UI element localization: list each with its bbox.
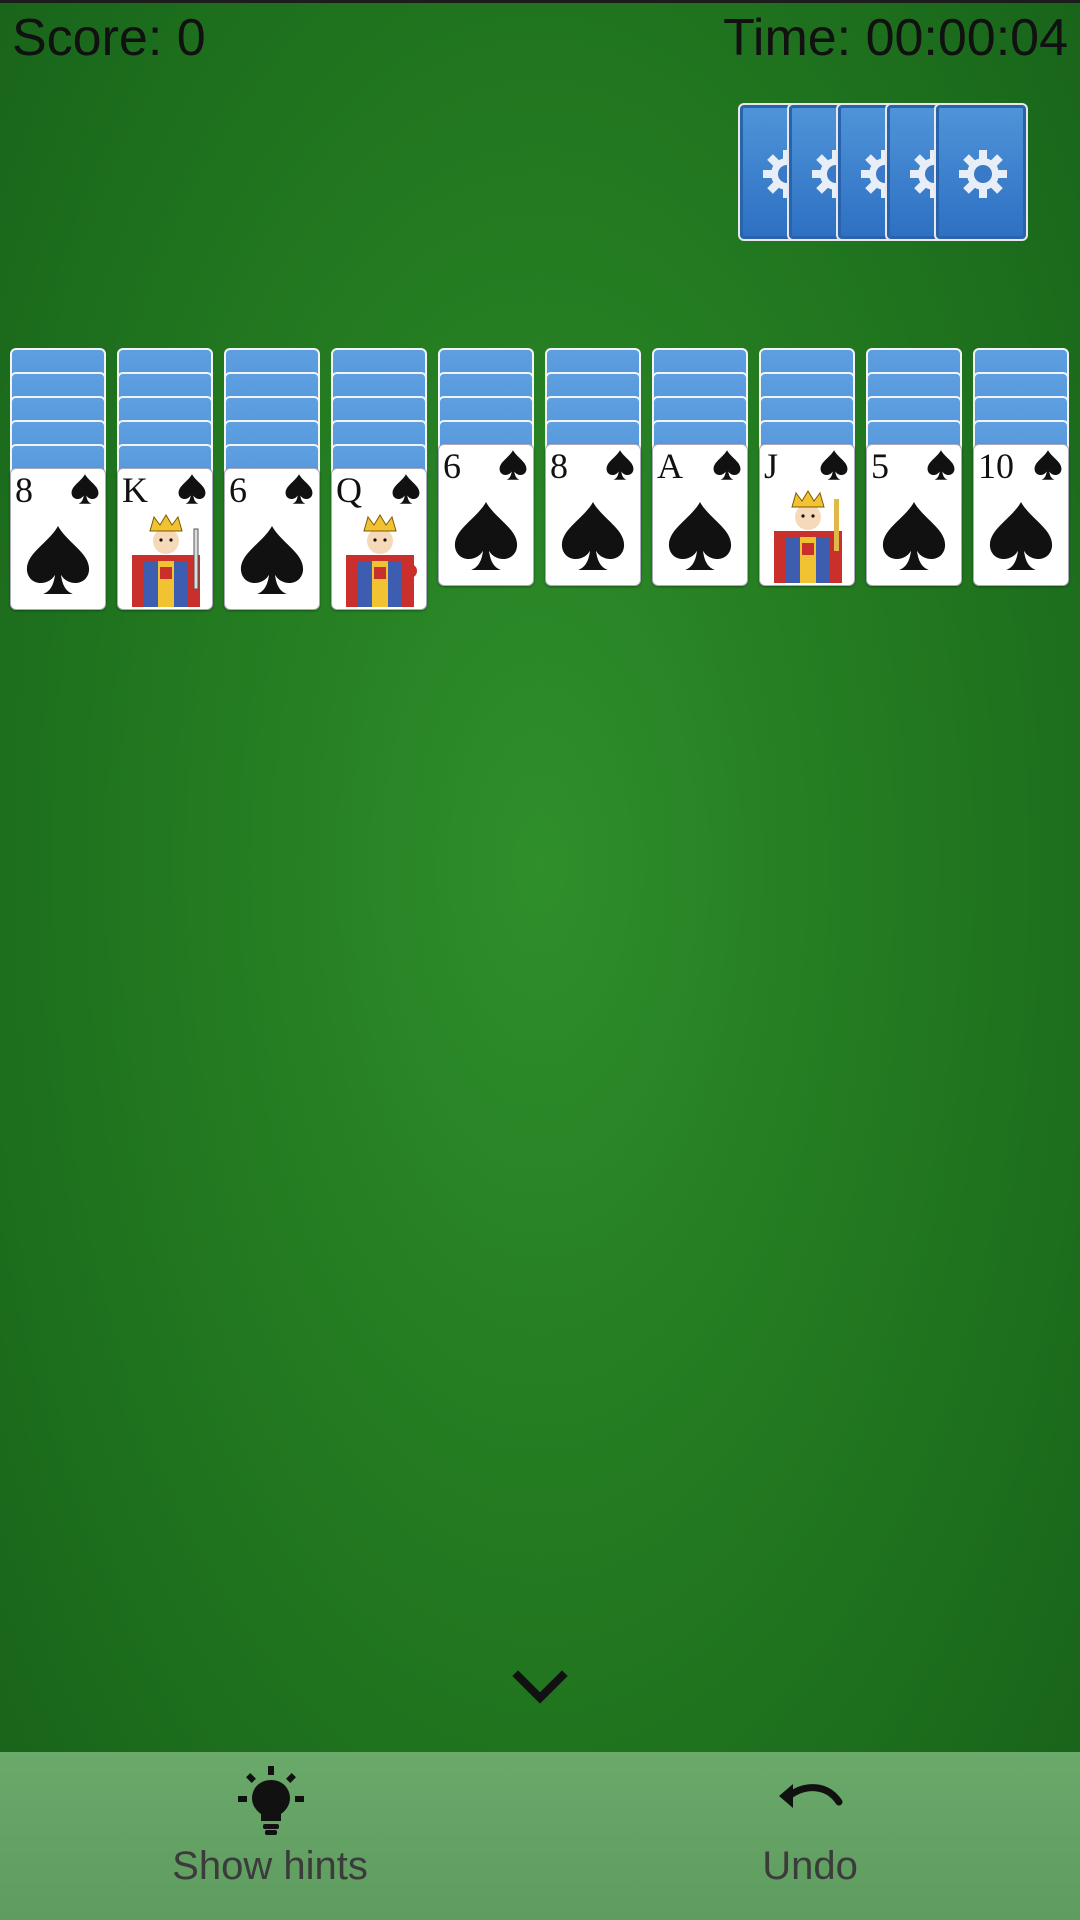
face-up-card[interactable]: K	[117, 468, 213, 610]
undo-button[interactable]: Undo	[540, 1752, 1080, 1920]
face-up-card[interactable]: 10	[973, 444, 1069, 586]
card-rank: 5	[871, 446, 889, 486]
spade-icon	[713, 450, 741, 480]
card-rank: 6	[443, 446, 461, 486]
spade-icon	[561, 501, 625, 571]
lightbulb-icon	[238, 1766, 304, 1835]
spade-icon	[820, 450, 848, 480]
card-back-pattern	[959, 150, 1007, 198]
stock-card[interactable]	[934, 103, 1028, 241]
spade-icon	[71, 474, 99, 504]
spade-icon	[1034, 450, 1062, 480]
card-rank: J	[764, 446, 779, 486]
card-rank: K	[122, 470, 148, 510]
undo-label: Undo	[762, 1844, 858, 1888]
court-figure	[132, 514, 200, 607]
spade-icon	[454, 501, 518, 571]
face-up-card[interactable]: J	[759, 444, 855, 586]
court-figure	[774, 490, 842, 583]
show-hints-button[interactable]: Show hints	[0, 1752, 540, 1920]
card-rank: 10	[978, 446, 1014, 486]
undo-icon	[779, 1784, 843, 1808]
face-up-card[interactable]: 6	[224, 468, 320, 610]
show-hints-label: Show hints	[172, 1844, 368, 1888]
spade-icon	[927, 450, 955, 480]
card-rank: Q	[336, 470, 362, 510]
spade-icon	[606, 450, 634, 480]
face-up-card[interactable]: A	[652, 444, 748, 586]
spade-icon	[882, 501, 946, 571]
card-rank: 8	[550, 446, 568, 486]
chevron-down-icon[interactable]	[512, 1668, 568, 1708]
face-up-card[interactable]: 5	[866, 444, 962, 586]
face-up-card[interactable]: 8	[10, 468, 106, 610]
court-figure	[346, 514, 417, 607]
gear-icon	[959, 150, 1007, 198]
bottom-toolbar: Show hints Undo	[0, 1752, 1080, 1920]
face-up-card[interactable]: 6	[438, 444, 534, 586]
face-up-card[interactable]: 8	[545, 444, 641, 586]
card-rank: 6	[229, 470, 247, 510]
top-border	[0, 0, 1080, 3]
spade-icon	[499, 450, 527, 480]
spade-icon	[989, 501, 1053, 571]
score-display: Score: 0	[12, 9, 206, 67]
spade-icon	[668, 501, 732, 571]
card-rank: 8	[15, 470, 33, 510]
card-rank: A	[657, 446, 683, 486]
spade-icon	[285, 474, 313, 504]
spade-icon	[392, 474, 420, 504]
timer-display: Time: 00:00:04	[723, 9, 1068, 67]
spade-icon	[178, 474, 206, 504]
face-up-card[interactable]: Q	[331, 468, 427, 610]
spade-icon	[26, 525, 90, 595]
spade-icon	[240, 525, 304, 595]
